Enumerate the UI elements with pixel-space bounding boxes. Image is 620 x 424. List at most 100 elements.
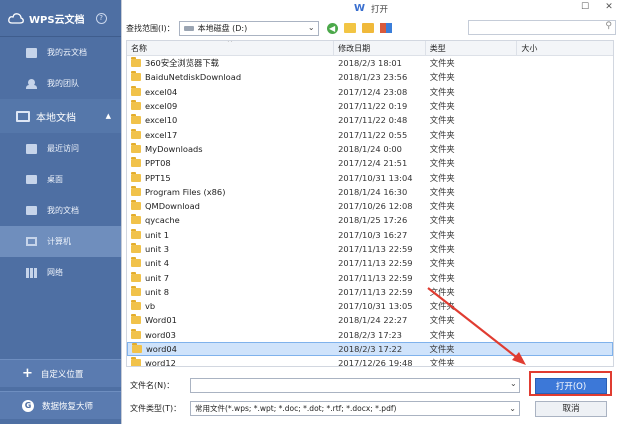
file-type: 文件夹 <box>429 72 455 83</box>
file-date: 2017/11/13 22:59 <box>338 286 413 297</box>
sidebar-title: WPS云文档 <box>29 14 85 26</box>
file-name: MyDownloads <box>145 143 203 154</box>
file-row[interactable]: word03 2018/2/3 17:23 文件夹 <box>127 328 613 342</box>
column-size[interactable]: 大小 <box>517 41 613 55</box>
file-name-cell: unit 3 <box>127 243 334 254</box>
filetype-select[interactable]: 常用文件(*.wps; *.wpt; *.doc; *.dot; *.rtf; … <box>190 401 520 416</box>
file-rows: 360安全浏览器下载 2018/2/3 18:01 文件夹 BaiduNetdiskD… <box>127 56 613 366</box>
file-name-cell: excel17 <box>127 128 334 140</box>
sidebar-item-my-team[interactable]: 我的团队 <box>0 68 121 99</box>
help-icon[interactable]: ? <box>95 12 107 24</box>
data-recovery-button[interactable]: G 数据恢复大师 <box>0 391 121 419</box>
file-row[interactable]: unit 8 2017/11/13 22:59 文件夹 <box>127 285 613 299</box>
folder-icon <box>131 157 141 168</box>
file-row[interactable]: unit 3 2017/11/13 22:59 文件夹 <box>127 242 613 256</box>
filename-field[interactable] <box>190 378 520 393</box>
file-row[interactable]: excel04 2017/12/4 23:08 文件夹 <box>127 85 613 99</box>
file-type: 文件夹 <box>429 143 455 154</box>
file-type: 文件夹 <box>429 344 455 355</box>
file-row[interactable]: unit 7 2017/11/13 22:59 文件夹 <box>127 270 613 284</box>
folder-icon <box>131 285 141 296</box>
sidebar-item-label: 桌面 <box>47 175 63 184</box>
custom-location-button[interactable]: + 自定义位置 <box>0 359 121 387</box>
file-name: qycache <box>145 215 180 226</box>
file-name: word04 <box>146 344 177 355</box>
file-row[interactable]: word04 2018/2/3 17:22 文件夹 <box>127 341 613 357</box>
toolbar-icons: ◀ <box>326 22 392 34</box>
file-row[interactable]: PPT15 2017/10/31 13:04 文件夹 <box>127 170 613 184</box>
collapse-caret-icon[interactable]: ▲ <box>106 112 111 120</box>
file-row[interactable]: QMDownload 2017/10/26 12:08 文件夹 <box>127 199 613 213</box>
file-row[interactable]: PPT08 2017/12/4 21:51 文件夹 <box>127 156 613 170</box>
file-list: ^ 名称 修改日期 类型 大小 360安全浏览器下载 2018/2/3 18:01… <box>126 40 614 367</box>
folder-icon <box>131 300 141 311</box>
folder-icon <box>131 171 141 182</box>
column-date[interactable]: 修改日期 <box>334 41 426 55</box>
look-in-select[interactable]: 本地磁盘 (D:) ⌄ <box>178 20 319 36</box>
search-icon: ⚲ <box>605 21 612 31</box>
folder-icon <box>132 343 142 354</box>
file-name: unit 8 <box>145 286 169 297</box>
sidebar-item-my-cloud-docs[interactable]: 我的云文档 <box>0 37 121 68</box>
file-row[interactable]: excel17 2017/11/22 0:55 文件夹 <box>127 127 613 141</box>
sidebar-item-my-documents[interactable]: 我的文档 <box>0 195 121 226</box>
open-file-dialog: W 打开 ☐ ✕ 查找范围(I)： 本地磁盘 (D:) ⌄ ◀ ⚲ ^ 名称 修… <box>121 0 620 424</box>
filetype-label: 文件类型(T)： <box>130 404 182 413</box>
file-date: 2017/11/22 0:55 <box>338 129 408 140</box>
column-type[interactable]: 类型 <box>426 41 518 55</box>
file-name-cell: unit 7 <box>127 271 334 283</box>
file-row[interactable]: excel09 2017/11/22 0:19 文件夹 <box>127 99 613 113</box>
sidebar-item-network[interactable]: 网络 <box>0 257 121 288</box>
file-name: vb <box>145 301 156 312</box>
file-name: unit 3 <box>145 244 169 254</box>
sidebar-header: WPS云文档 ? <box>0 0 121 36</box>
file-row[interactable]: BaiduNetdiskDownload 2018/1/23 23:56 文件夹 <box>127 70 613 84</box>
file-type: 文件夹 <box>429 101 455 112</box>
new-folder-icon[interactable] <box>361 23 374 33</box>
data-recovery-label: 数据恢复大师 <box>42 401 94 412</box>
folder-icon <box>131 100 141 111</box>
file-row[interactable]: 360安全浏览器下载 2018/2/3 18:01 文件夹 <box>127 56 613 70</box>
file-date: 2018/1/25 17:26 <box>338 215 408 226</box>
file-type: 文件夹 <box>429 244 455 254</box>
file-name-cell: Program Files (x86) <box>127 185 334 197</box>
dialog-title: 打开 <box>371 4 389 15</box>
file-name-cell: vb <box>127 300 334 312</box>
file-name-cell: MyDownloads <box>127 142 334 154</box>
cloud-doc-icon <box>26 47 37 58</box>
file-row[interactable]: qycache 2018/1/25 17:26 文件夹 <box>127 213 613 227</box>
file-type: 文件夹 <box>429 329 455 340</box>
column-header: ^ 名称 修改日期 类型 大小 <box>127 41 613 56</box>
view-menu-icon[interactable] <box>379 23 392 33</box>
file-date: 2017/11/22 0:19 <box>338 101 408 112</box>
dialog-toolbar: 查找范围(I)： 本地磁盘 (D:) ⌄ ◀ ⚲ <box>122 17 620 39</box>
close-icon[interactable]: ✕ <box>604 2 614 12</box>
search-input[interactable]: ⚲ <box>468 20 616 35</box>
sidebar-item-recent[interactable]: 最近访问 <box>0 133 121 164</box>
maximize-icon[interactable]: ☐ <box>580 2 590 12</box>
file-row[interactable]: unit 1 2017/10/3 16:27 文件夹 <box>127 228 613 242</box>
file-date: 2017/12/4 23:08 <box>338 86 408 97</box>
sidebar-item-desktop[interactable]: 桌面 <box>0 164 121 195</box>
folder-icon <box>131 185 141 196</box>
file-date: 2017/12/4 21:51 <box>338 158 408 169</box>
file-row[interactable]: Word01 2018/1/24 22:27 文件夹 <box>127 313 613 327</box>
file-row[interactable]: MyDownloads 2018/1/24 0:00 文件夹 <box>127 142 613 156</box>
folder-icon <box>131 328 141 339</box>
file-row[interactable]: Program Files (x86) 2018/1/24 16:30 文件夹 <box>127 185 613 199</box>
file-row[interactable]: vb 2017/10/31 13:05 文件夹 <box>127 299 613 313</box>
folder-icon <box>131 243 141 253</box>
file-row[interactable]: unit 4 2017/11/13 22:59 文件夹 <box>127 256 613 270</box>
sidebar-item-computer[interactable]: 计算机 <box>0 226 121 257</box>
filetype-value: 常用文件(*.wps; *.wpt; *.doc; *.dot; *.rtf; … <box>195 404 397 413</box>
up-folder-icon[interactable] <box>343 23 356 33</box>
cancel-button[interactable]: 取消 <box>535 401 607 417</box>
window-controls: ☐ ✕ <box>580 2 614 12</box>
file-row[interactable]: excel10 2017/11/22 0:48 文件夹 <box>127 113 613 127</box>
sidebar-section-local-docs[interactable]: 本地文档 ▲ <box>0 99 121 133</box>
chevron-down-icon: ⌄ <box>509 404 516 413</box>
file-name: unit 1 <box>145 229 169 240</box>
back-icon[interactable]: ◀ <box>326 22 338 34</box>
documents-icon <box>26 206 37 215</box>
file-row[interactable]: word12 2017/12/26 19:48 文件夹 <box>127 356 613 366</box>
